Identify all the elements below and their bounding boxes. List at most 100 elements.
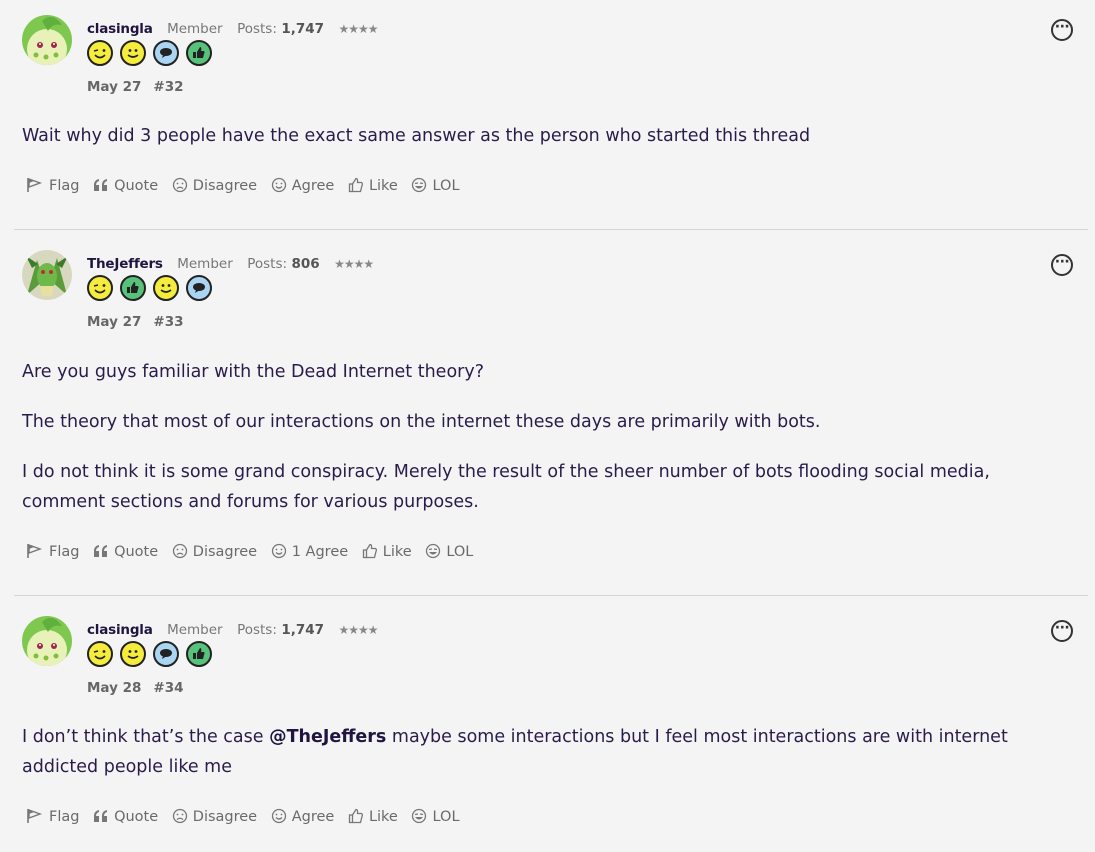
badge-row [87, 641, 219, 669]
posts-label: Posts: [237, 622, 277, 638]
rank-stars: ★★★★ [338, 22, 379, 36]
post-actions: Flag Quote Disagree Agree Like LOL [26, 808, 469, 825]
lol-button[interactable]: LOL [411, 808, 460, 825]
laugh-icon [412, 808, 427, 824]
flag-label: Flag [49, 809, 80, 825]
post-number[interactable]: #33 [153, 314, 183, 330]
user-mention-link[interactable]: @TheJeffers [269, 727, 386, 747]
speech-badge-icon[interactable] [186, 275, 212, 301]
post-actions: Flag Quote Disagree Agree Like LOL [26, 177, 469, 194]
thumbs-up-icon [362, 543, 377, 559]
username[interactable]: TheJeffers [87, 256, 163, 272]
flag-icon [27, 544, 43, 558]
chikorita-avatar-icon[interactable] [22, 616, 72, 666]
lol-button[interactable]: LOL [411, 177, 460, 194]
agree-label: Agree [291, 178, 335, 194]
agree-button[interactable]: Agree [271, 177, 335, 194]
wink-badge-icon[interactable] [87, 641, 113, 667]
like-button[interactable]: Like [362, 543, 412, 560]
post-body: Wait why did 3 people have the exact sam… [22, 121, 1072, 171]
post-number[interactable]: #32 [153, 79, 183, 95]
chikorita-avatar-icon[interactable] [22, 15, 72, 65]
post-divider [14, 595, 1088, 596]
disagree-label: Disagree [192, 544, 258, 560]
speech-badge-icon[interactable] [153, 641, 179, 667]
wink-badge-icon[interactable] [87, 40, 113, 66]
frown-icon [172, 808, 187, 824]
frown-icon [172, 177, 187, 193]
post-paragraph: I do not think it is some grand conspira… [22, 462, 990, 512]
agree-button[interactable]: Agree [271, 808, 335, 825]
badge-row [87, 40, 219, 68]
more-options-icon[interactable]: ··· [1051, 620, 1073, 642]
rank-stars: ★★★★ [338, 623, 379, 637]
post-paragraph: I don’t think that’s the case @TheJeffer… [22, 722, 1072, 782]
like-button[interactable]: Like [348, 177, 398, 194]
quote-icon [94, 179, 108, 191]
like-label: Like [368, 178, 398, 194]
like-label: Like [368, 809, 398, 825]
lol-button[interactable]: LOL [425, 543, 473, 560]
quote-button[interactable]: Quote [93, 543, 158, 560]
quote-label: Quote [114, 178, 159, 194]
user-meta: TheJeffers Member Posts: 806 ★★★★ [87, 255, 374, 273]
thumbs-up-badge-icon[interactable] [186, 40, 212, 66]
flag-button[interactable]: Flag [26, 543, 79, 560]
smile-icon [271, 543, 286, 559]
post-divider [14, 229, 1088, 230]
smile-badge-icon[interactable] [120, 641, 146, 667]
post-number[interactable]: #34 [153, 680, 183, 696]
disagree-button[interactable]: Disagree [172, 543, 257, 560]
post-date[interactable]: May 28 [87, 680, 141, 696]
post-text: I don’t think that’s the case [22, 727, 270, 747]
disagree-label: Disagree [192, 809, 258, 825]
more-options-icon[interactable]: ··· [1051, 19, 1073, 41]
thumbs-up-icon [348, 177, 363, 193]
flag-icon [27, 809, 43, 823]
smile-badge-icon[interactable] [153, 275, 179, 301]
posts-count: 806 [291, 256, 320, 272]
posts-count: 1,747 [281, 21, 325, 37]
quote-icon [94, 545, 108, 557]
posts-count: 1,747 [281, 622, 325, 638]
post-actions: Flag Quote Disagree 1 Agree Like LOL [26, 543, 482, 560]
flag-button[interactable]: Flag [26, 808, 79, 825]
username[interactable]: clasingla [87, 21, 153, 37]
post-date[interactable]: May 27 [87, 79, 141, 95]
username[interactable]: clasingla [87, 622, 153, 638]
badge-row [87, 275, 219, 303]
flag-button[interactable]: Flag [26, 177, 79, 194]
thumbs-up-badge-icon[interactable] [120, 275, 146, 301]
disagree-button[interactable]: Disagree [172, 177, 257, 194]
post-meta: May 28 #34 [87, 680, 184, 696]
disagree-button[interactable]: Disagree [172, 808, 257, 825]
rank-stars: ★★★★ [334, 257, 374, 271]
like-button[interactable]: Like [348, 808, 398, 825]
wink-badge-icon[interactable] [87, 275, 113, 301]
more-options-icon[interactable]: ··· [1051, 254, 1073, 276]
post-date[interactable]: May 27 [87, 314, 141, 330]
smile-icon [271, 808, 286, 824]
post-32: clasingla Member Posts: 1,747 ★★★★ May 2… [0, 0, 1095, 230]
smile-badge-icon[interactable] [120, 40, 146, 66]
frown-icon [172, 543, 187, 559]
agree-button[interactable]: 1 Agree [271, 543, 348, 560]
flag-label: Flag [49, 178, 80, 194]
speech-badge-icon[interactable] [153, 40, 179, 66]
disagree-label: Disagree [192, 178, 258, 194]
agree-label: Agree [291, 809, 335, 825]
lol-label: LOL [446, 544, 474, 560]
user-meta: clasingla Member Posts: 1,747 ★★★★ [87, 621, 379, 639]
flag-label: Flag [49, 544, 80, 560]
user-meta: clasingla Member Posts: 1,747 ★★★★ [87, 20, 379, 38]
user-role: Member [167, 21, 223, 37]
post-34: clasingla Member Posts: 1,747 ★★★★ May 2… [0, 601, 1095, 852]
post-body: I don’t think that’s the case @TheJeffer… [22, 722, 1072, 802]
quote-button[interactable]: Quote [93, 808, 158, 825]
laugh-icon [426, 543, 441, 559]
user-role: Member [167, 622, 223, 638]
scyther-avatar-icon[interactable] [22, 250, 72, 300]
thumbs-up-badge-icon[interactable] [186, 641, 212, 667]
post-meta: May 27 #32 [87, 79, 184, 95]
quote-button[interactable]: Quote [93, 177, 158, 194]
